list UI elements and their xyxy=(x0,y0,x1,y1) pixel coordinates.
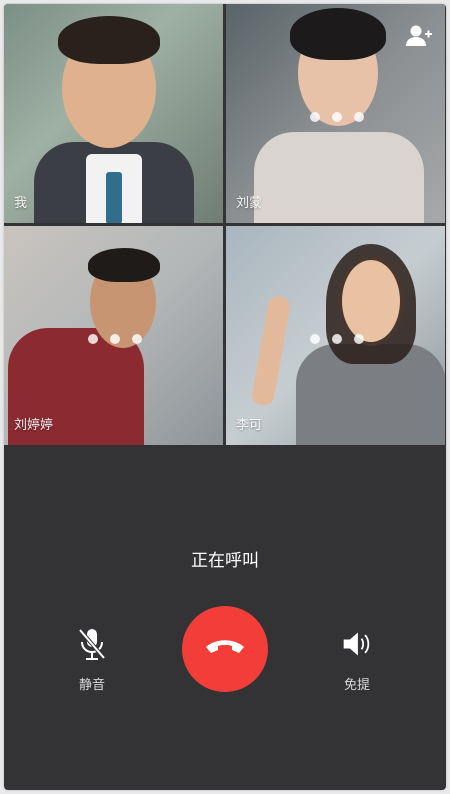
participant-name: 刘蒙 xyxy=(236,196,263,211)
connecting-indicator xyxy=(310,334,364,344)
participant-tile-me[interactable]: 我 xyxy=(4,4,223,223)
speaker-icon xyxy=(343,632,370,656)
loading-dot xyxy=(88,334,98,344)
participant-name: 李可 xyxy=(236,418,263,433)
call-status: 正在呼叫 xyxy=(191,551,259,571)
mute-button[interactable]: 静音 xyxy=(52,606,132,693)
loading-dot xyxy=(310,334,320,344)
add-user-icon[interactable] xyxy=(405,24,433,48)
participant-video xyxy=(4,4,223,223)
connecting-indicator xyxy=(88,334,142,344)
loading-dot xyxy=(332,112,342,122)
participant-name: 我 xyxy=(14,196,28,211)
mute-label: 静音 xyxy=(78,678,105,693)
microphone-muted-icon xyxy=(78,628,106,660)
participant-tile-like[interactable]: 李可 xyxy=(226,226,445,445)
connecting-indicator xyxy=(310,112,364,122)
participant-grid: 我 刘蒙 刘婷婷 李可 xyxy=(4,4,446,446)
loading-dot xyxy=(132,334,142,344)
loading-dot xyxy=(110,334,120,344)
loading-dot xyxy=(354,112,364,122)
call-screen: 我 刘蒙 刘婷婷 李可 正在呼叫 静音 免提 xyxy=(4,4,446,790)
phone-hangup-icon xyxy=(206,640,244,653)
speaker-label: 免提 xyxy=(343,678,370,693)
hangup-button[interactable] xyxy=(182,606,268,692)
speaker-button[interactable]: 免提 xyxy=(317,606,397,693)
loading-dot xyxy=(332,334,342,344)
participant-name: 刘婷婷 xyxy=(14,418,54,433)
participant-tile-liutingting[interactable]: 刘婷婷 xyxy=(4,226,223,445)
loading-dot xyxy=(354,334,364,344)
participant-tile-liumeng[interactable]: 刘蒙 xyxy=(226,4,445,223)
loading-dot xyxy=(310,112,320,122)
